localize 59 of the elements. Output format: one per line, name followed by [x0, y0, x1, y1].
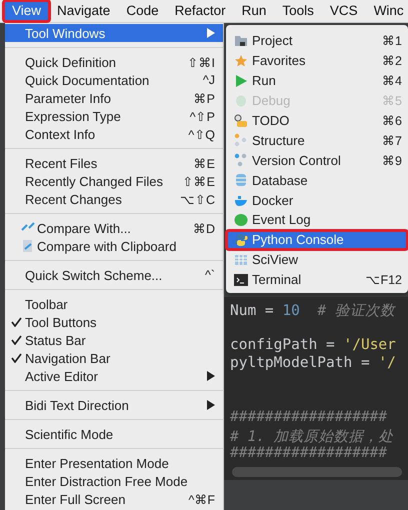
- menu-item[interactable]: Compare with Clipboard: [5, 237, 223, 255]
- menu-title[interactable]: Navigate: [49, 1, 118, 21]
- menu-item[interactable]: Python Console: [226, 230, 408, 250]
- menu-item[interactable]: Event Log: [226, 210, 408, 230]
- menu-item[interactable]: Terminal ⌥F12: [226, 270, 408, 290]
- terminal-icon: [234, 272, 248, 287]
- menu-item[interactable]: Enter Presentation Mode: [5, 454, 223, 472]
- menu-item[interactable]: Status Bar: [5, 331, 223, 349]
- menu-item[interactable]: Favorites ⌘2: [226, 50, 408, 71]
- menu-item[interactable]: Database: [226, 170, 408, 190]
- menu-title[interactable]: View: [4, 1, 50, 21]
- python-icon: [234, 232, 248, 247]
- star-icon: [234, 54, 248, 68]
- menu-item[interactable]: Expression Type ^⇧P: [5, 107, 223, 125]
- menu-item[interactable]: Run ⌘4: [226, 70, 408, 91]
- menu-item[interactable]: Toolbar: [5, 295, 223, 313]
- menu-item[interactable]: TODO ⌘6: [226, 110, 408, 130]
- code-line: configPath = '/User: [230, 336, 396, 355]
- menu-item[interactable]: Scientific Mode: [5, 425, 223, 443]
- menu-item[interactable]: Context Info ^⇧Q: [5, 125, 223, 143]
- code-line: pyltpModelPath = '/: [230, 354, 396, 373]
- folder-icon: [234, 34, 248, 48]
- database-icon: [234, 173, 248, 188]
- menu-item[interactable]: Recent Changes ⌥⇧C: [5, 190, 223, 208]
- menu-item[interactable]: Version Control ⌘9: [226, 150, 408, 170]
- menu-item[interactable]: Enter Full Screen ^⌘F: [5, 490, 223, 508]
- menu-title[interactable]: Code: [118, 1, 167, 21]
- code-line: ##################: [230, 408, 388, 427]
- menu-item[interactable]: Bidi Text Direction: [5, 396, 223, 414]
- code-line: Num = 10 # 验证次数: [230, 302, 395, 319]
- menu-item[interactable]: Quick Definition ⇧⌘I: [5, 53, 223, 71]
- menu-item[interactable]: Compare With... ⌘D: [5, 219, 223, 237]
- structure-icon: [234, 133, 248, 148]
- menu-item[interactable]: Tool Windows: [5, 24, 223, 42]
- menu-item[interactable]: Docker: [226, 190, 408, 210]
- menu-item[interactable]: Navigation Bar: [5, 349, 223, 367]
- menu-item[interactable]: Recently Changed Files ⇧⌘E: [5, 172, 223, 190]
- menu-item[interactable]: Parameter Info ⌘P: [5, 89, 223, 107]
- play-icon: [234, 74, 248, 88]
- menu-item[interactable]: SciView: [226, 250, 408, 270]
- menu-item[interactable]: Quick Documentation ^J: [5, 71, 223, 89]
- menu-item[interactable]: Enter Distraction Free Mode: [5, 472, 223, 490]
- menu-item[interactable]: Structure ⌘7: [226, 130, 408, 150]
- menu-title[interactable]: Winc: [366, 1, 408, 21]
- menu-item[interactable]: Tool Buttons: [5, 313, 223, 331]
- clipboard-icon: [21, 239, 35, 253]
- code-line: # 1. 加载原始数据，处: [230, 428, 394, 445]
- menu-item[interactable]: Project ⌘1: [226, 31, 408, 51]
- grid-icon: [234, 252, 248, 267]
- menu-title[interactable]: Tools: [274, 1, 322, 21]
- menu-item[interactable]: Active Editor: [5, 367, 223, 385]
- scrollbar[interactable]: [232, 466, 402, 477]
- menu-item[interactable]: Recent Files ⌘E: [5, 154, 223, 172]
- code-line: ##################: [230, 444, 388, 463]
- menu-title[interactable]: Run: [234, 1, 274, 21]
- dots-icon: [234, 153, 248, 168]
- menu-title[interactable]: Refactor: [166, 1, 234, 21]
- menu-title[interactable]: VCS: [322, 1, 366, 21]
- menu-item[interactable]: Quick Switch Scheme... ^`: [5, 266, 223, 284]
